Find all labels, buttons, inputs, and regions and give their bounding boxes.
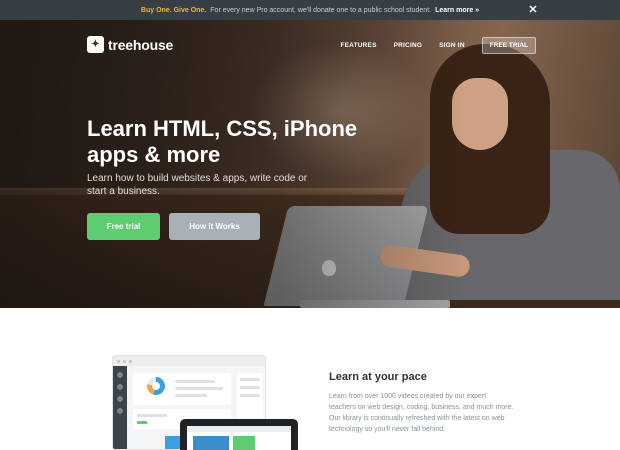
mockup-chart-bar: [165, 436, 181, 449]
hero-subline: Learn how to build websites & apps, writ…: [87, 173, 308, 197]
mockup-sidebar: [113, 366, 127, 449]
window-dot: [123, 359, 126, 363]
promo-banner: Buy One. Give One. For every new Pro acc…: [0, 0, 620, 20]
mockup-progress-bar: [137, 421, 147, 424]
feature-title: Learn at your pace: [329, 371, 427, 383]
nav-pricing[interactable]: PRICING: [394, 42, 423, 49]
mockup-line: [240, 394, 260, 397]
mockup-line: [175, 394, 207, 397]
hero-headline: Learn HTML, CSS, iPhone apps & more: [87, 116, 358, 167]
window-dot: [129, 359, 132, 363]
tablet-screen: [187, 426, 291, 450]
tablet-screen-block: [193, 436, 229, 450]
mockup-line: [240, 378, 260, 381]
mockup-line: [240, 386, 260, 389]
donut-chart-icon: [147, 377, 165, 395]
tablet-screen-block: [233, 436, 255, 450]
free-trial-nav-button[interactable]: FREE TRIAL: [481, 37, 536, 54]
window-dot: [117, 359, 120, 363]
nav-features[interactable]: FEATURES: [340, 42, 376, 49]
logo-text: treehouse: [108, 36, 174, 53]
mockup-sidebar-icon: [117, 372, 123, 378]
promo-learn-more-link[interactable]: Learn more »: [435, 7, 479, 14]
mockup-line: [175, 380, 215, 383]
mockup-sidebar-icon: [117, 408, 123, 414]
nav-sign-in[interactable]: SIGN IN: [439, 42, 465, 49]
mockup-sidebar-icon: [117, 384, 123, 390]
treehouse-leaf-icon: ✦: [87, 36, 104, 53]
how-it-works-button[interactable]: How it Works: [169, 213, 260, 240]
promo-highlight: Buy One. Give One.: [140, 6, 207, 14]
free-trial-button[interactable]: Free trial: [87, 213, 160, 240]
mockup-sidebar-icon: [117, 396, 123, 402]
mockup-topbar: [113, 356, 265, 366]
tablet-mockup-image: [180, 419, 298, 450]
features-section: [0, 308, 620, 450]
promo-text: For every new Pro account, we'll donate …: [210, 6, 432, 14]
close-icon[interactable]: ✕: [526, 3, 540, 17]
mockup-line: [175, 387, 223, 390]
logo[interactable]: ✦ treehouse: [87, 36, 173, 53]
tablet-screen-header: [187, 426, 291, 432]
feature-text: Learn from over 1000 videos created by o…: [329, 393, 514, 433]
mockup-line: [137, 414, 167, 417]
main-nav: FEATURES PRICING SIGN IN FREE TRIAL: [323, 37, 536, 54]
